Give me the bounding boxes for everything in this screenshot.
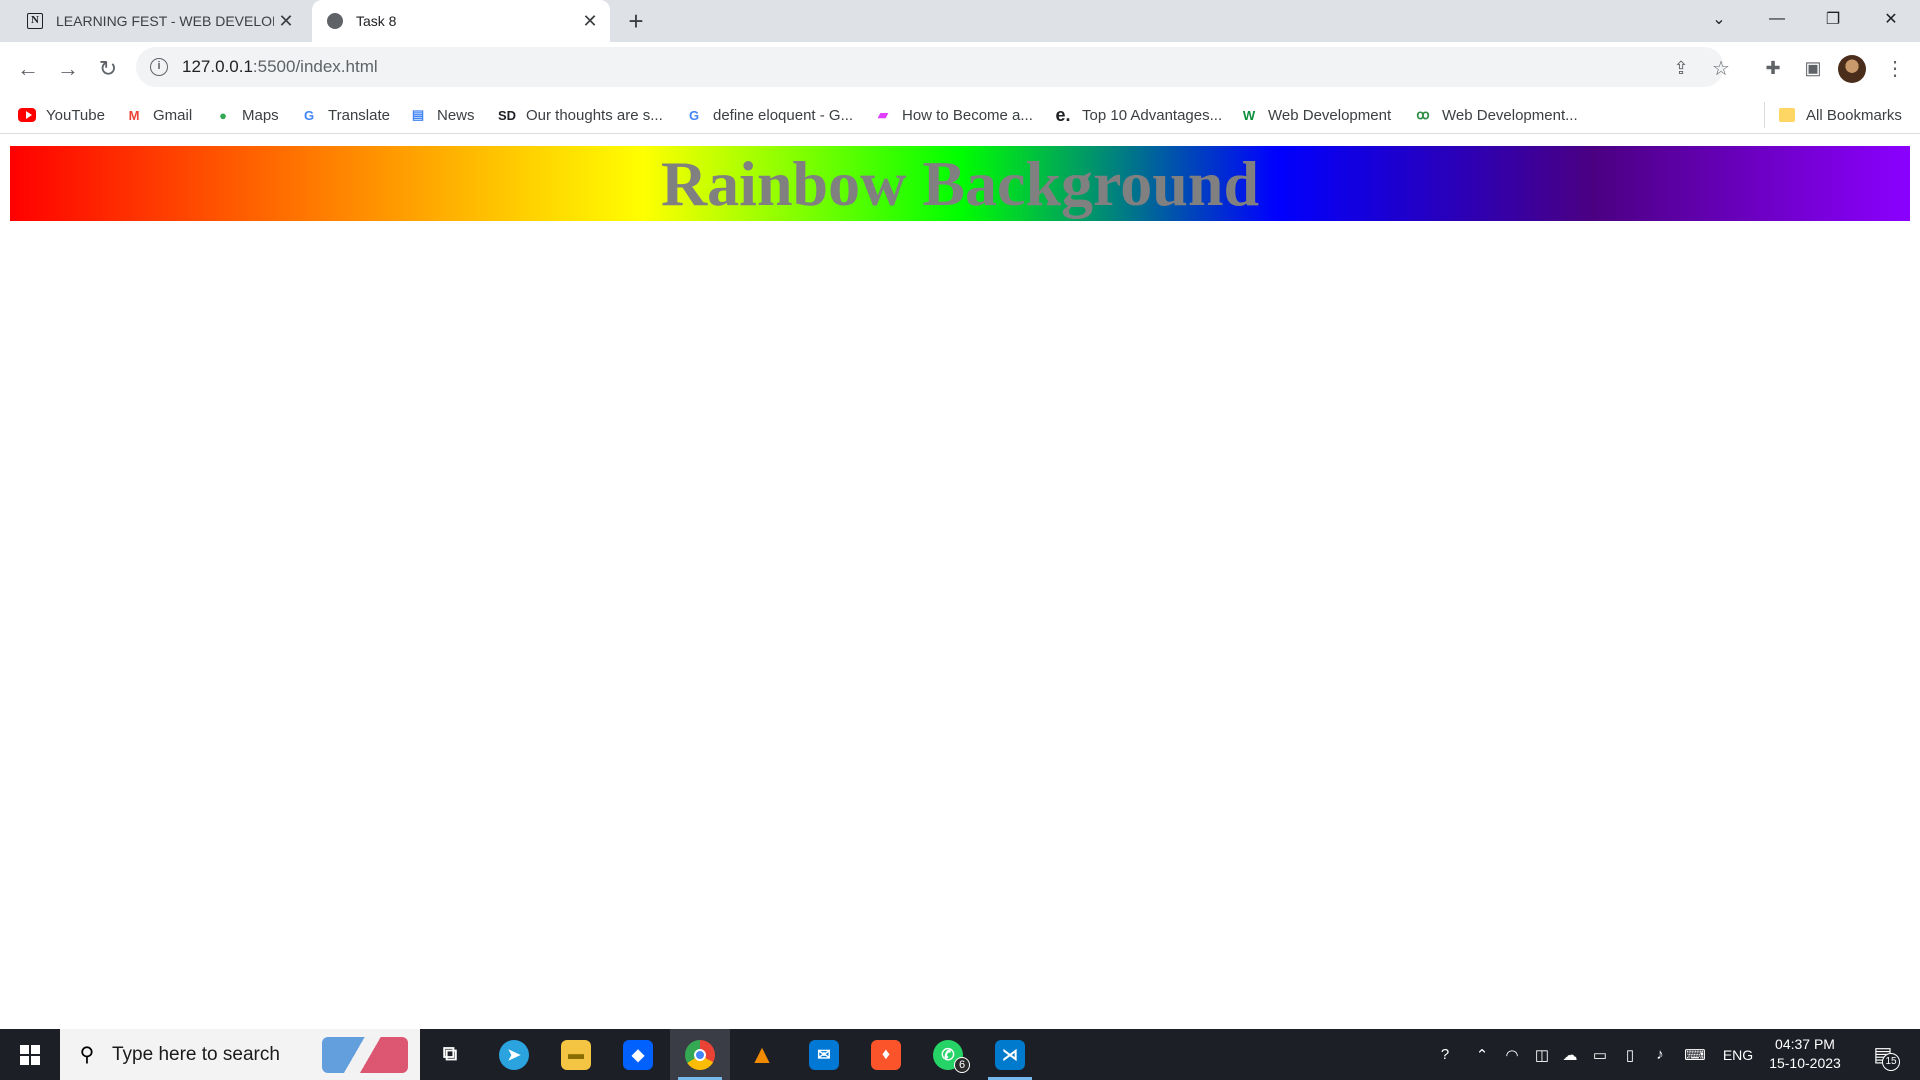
language-indicator[interactable]: ENG (1718, 1029, 1758, 1080)
taskbar-clock[interactable]: 04:37 PM 15-10-2023 (1764, 1035, 1846, 1073)
display-icon[interactable]: ▭ (1588, 1029, 1612, 1080)
bookmark-translate[interactable]: G Translate (300, 105, 390, 125)
bookmark-maps[interactable]: ● Maps (214, 105, 279, 125)
new-tab-button[interactable]: + (620, 7, 652, 35)
start-button[interactable] (0, 1029, 60, 1080)
whatsapp-app[interactable]: ✆ 6 (918, 1029, 978, 1080)
tab-title: LEARNING FEST - WEB DEVELOPMENT (56, 13, 274, 29)
side-panel-icon[interactable]: ▣ (1798, 53, 1828, 83)
profile-avatar[interactable] (1838, 55, 1866, 83)
taskbar-search-box[interactable]: ⚲ Type here to search (60, 1029, 420, 1080)
translate-icon: G (303, 107, 315, 123)
site-icon: ▰ (878, 107, 888, 122)
brave-lion-icon: ♦ (871, 1039, 901, 1070)
w-icon: W (1242, 107, 1256, 123)
tab-strip: N LEARNING FEST - WEB DEVELOPMENT ✕ Task… (0, 0, 1920, 42)
search-icon: ⚲ (79, 1044, 95, 1066)
reload-icon[interactable]: ↻ (92, 53, 124, 85)
windows-taskbar: ⚲ Type here to search ⧉ ➤ ▬ ◆ ▲ ✉ ♦ ✆ 6 ⋊… (0, 1029, 1920, 1080)
help-icon[interactable]: ? (1430, 1029, 1460, 1080)
maps-icon: ● (219, 107, 227, 123)
search-placeholder: Type here to search (112, 1043, 280, 1065)
bookmarks-divider (1764, 102, 1765, 128)
menu-kebab-icon[interactable]: ⋮ (1880, 53, 1910, 83)
gfg-icon: ꝏ (1416, 107, 1430, 122)
share-icon[interactable]: ⇪ (1668, 55, 1694, 81)
close-tab-icon[interactable]: ✕ (274, 9, 298, 33)
bookmark-top-10-advantages[interactable]: e. Top 10 Advantages... (1054, 105, 1222, 125)
bookmark-our-thoughts[interactable]: SD Our thoughts are s... (498, 105, 663, 125)
telegram-icon: ➤ (499, 1039, 529, 1070)
dropbox-app[interactable]: ◆ (608, 1029, 668, 1080)
dropbox-icon: ◆ (623, 1039, 653, 1070)
file-explorer-app[interactable]: ▬ (546, 1029, 606, 1080)
all-bookmarks[interactable]: All Bookmarks (1778, 105, 1902, 125)
gmail-icon: M (128, 107, 140, 123)
back-arrow-icon[interactable]: ← (12, 53, 44, 85)
chrome-icon (685, 1039, 715, 1070)
bookmark-how-to-become[interactable]: ▰ How to Become a... (874, 105, 1033, 125)
task-view-icon: ⧉ (442, 1043, 458, 1065)
webcam-icon[interactable]: ◫ (1530, 1029, 1554, 1080)
windows-logo-icon (20, 1044, 40, 1065)
tab-learning-fest[interactable]: N LEARNING FEST - WEB DEVELOPMENT ✕ (14, 0, 306, 42)
telegram-app[interactable]: ➤ (484, 1029, 544, 1080)
bookmark-star-icon[interactable]: ☆ (1708, 55, 1734, 81)
mail-app[interactable]: ✉ (794, 1029, 854, 1080)
search-highlight-image (322, 1037, 408, 1073)
forward-arrow-icon[interactable]: → (52, 53, 84, 85)
close-window-button[interactable]: ✕ (1862, 0, 1920, 38)
onedrive-cloud-icon[interactable]: ☁ (1558, 1029, 1582, 1080)
show-hidden-icons-chevron-icon[interactable]: ⌃ (1470, 1029, 1494, 1080)
vscode-app[interactable]: ⋊ (980, 1029, 1040, 1080)
e-icon: e. (1055, 104, 1071, 125)
extensions-icon[interactable]: ✚ (1758, 53, 1788, 83)
notion-icon: N (26, 12, 44, 30)
folder-icon (1778, 107, 1796, 123)
battery-icon[interactable]: ▯ (1618, 1029, 1642, 1080)
close-tab-icon[interactable]: ✕ (578, 9, 602, 33)
google-icon: G (688, 107, 700, 123)
tab-search-button[interactable]: ⌄ (1690, 0, 1748, 38)
bookmark-web-development-2[interactable]: ꝏ Web Development... (1414, 105, 1577, 125)
rainbow-heading: Rainbow Background (10, 146, 1910, 221)
notification-count-badge: 15 (1882, 1053, 1900, 1071)
brave-app[interactable]: ♦ (856, 1029, 916, 1080)
tab-title: Task 8 (356, 13, 397, 29)
whatsapp-badge: 6 (954, 1057, 970, 1073)
bookmark-news[interactable]: ▤ News (409, 105, 475, 125)
vlc-cone-icon: ▲ (749, 1039, 775, 1069)
mail-icon: ✉ (809, 1039, 839, 1070)
task-view-button[interactable]: ⧉ (420, 1029, 480, 1080)
clock-date: 15-10-2023 (1769, 1055, 1841, 1071)
tab-task-8[interactable]: Task 8 ✕ (312, 0, 610, 42)
bookmark-gmail[interactable]: M Gmail (125, 105, 193, 125)
restore-button[interactable]: ❐ (1804, 0, 1862, 38)
globe-icon (326, 12, 344, 30)
bookmarks-bar: YouTube M Gmail ● Maps G Translate ▤ News SD… (0, 96, 1920, 134)
minimize-button[interactable]: — (1748, 0, 1806, 38)
vlc-app[interactable]: ▲ (732, 1029, 792, 1080)
bookmark-define-eloquent[interactable]: Gdefine eloquent - G... (685, 105, 853, 125)
bookmark-web-development[interactable]: W Web Development (1240, 105, 1391, 125)
wifi-icon[interactable]: ◠ (1500, 1029, 1524, 1080)
sd-icon: SD (497, 107, 517, 123)
chrome-app[interactable] (670, 1029, 730, 1080)
volume-icon[interactable]: ♪ (1648, 1029, 1672, 1080)
folder-icon: ▬ (561, 1039, 591, 1070)
page-viewport: Rainbow Background (0, 135, 1920, 1029)
youtube-icon (18, 107, 36, 123)
news-icon: ▤ (411, 107, 425, 122)
keyboard-icon[interactable]: ⌨ (1680, 1029, 1710, 1080)
url-text[interactable]: 127.0.0.1:5500/index.html (182, 57, 378, 77)
clock-time: 04:37 PM (1775, 1036, 1835, 1052)
site-info-icon[interactable]: i (150, 58, 168, 76)
bookmark-youtube[interactable]: YouTube (18, 105, 105, 125)
vscode-icon: ⋊ (995, 1039, 1025, 1070)
browser-toolbar: ← → ↻ i 127.0.0.1:5500/index.html ⇪ ☆ (0, 42, 1920, 96)
address-bar[interactable]: i 127.0.0.1:5500/index.html ⇪ ☆ (136, 47, 1730, 87)
